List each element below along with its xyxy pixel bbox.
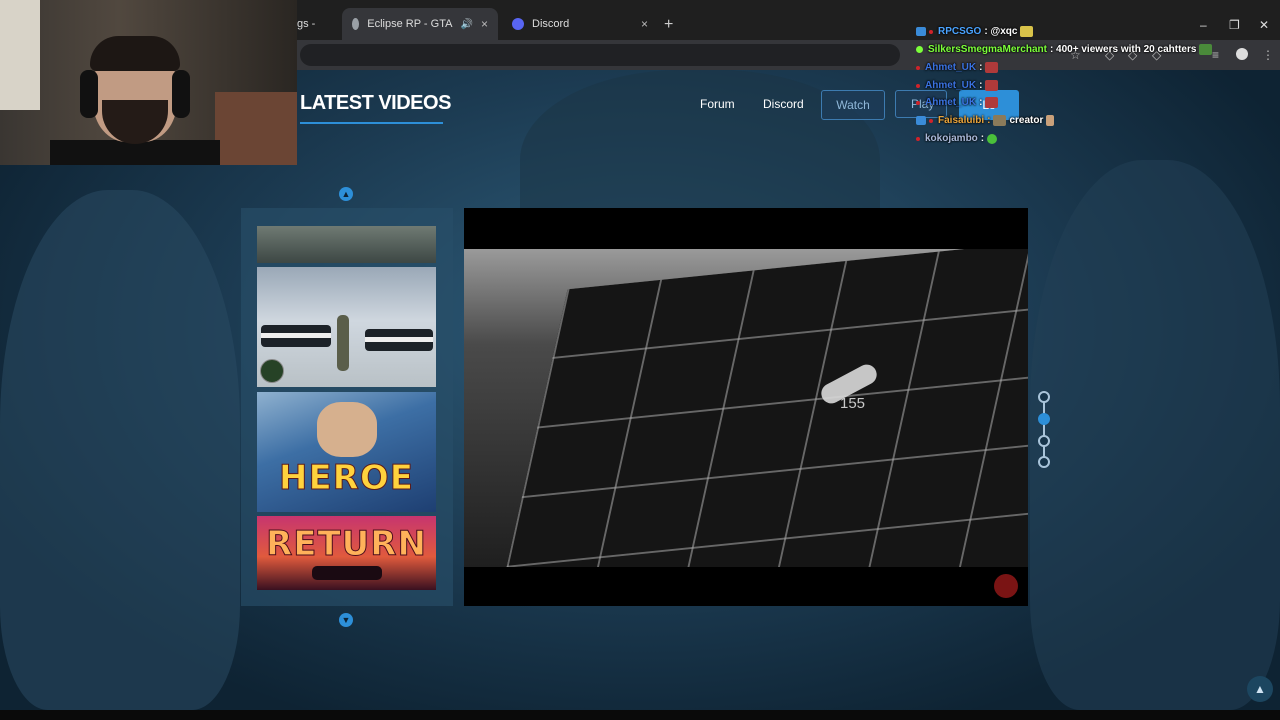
chat-message: Ahmet_UK : bbox=[916, 97, 999, 108]
headset-right bbox=[172, 70, 190, 118]
tab-title: Eclipse RP - GTA V Roleplay bbox=[367, 18, 452, 30]
emote-icon bbox=[985, 80, 999, 91]
nav-discord-link[interactable]: Discord bbox=[763, 97, 804, 111]
watch-button[interactable]: Watch bbox=[821, 90, 885, 120]
window-light bbox=[0, 0, 40, 110]
headset-left bbox=[80, 70, 98, 118]
chat-message: SilkersSmegmaMerchant : 400+ viewers wit… bbox=[916, 44, 1213, 55]
emote-icon bbox=[993, 115, 1007, 126]
timeline-step[interactable] bbox=[1038, 456, 1050, 468]
video-list-panel: HEROE RETURN bbox=[241, 208, 453, 606]
scroll-up-icon[interactable]: ▲ bbox=[339, 187, 353, 201]
thumbnail-caption: HEROE bbox=[279, 458, 414, 499]
tab-previous[interactable]: gs - bbox=[297, 8, 342, 40]
emote-icon bbox=[1199, 44, 1213, 55]
scroll-to-top-button[interactable]: ▲ bbox=[1247, 676, 1273, 702]
timeline-step[interactable] bbox=[1038, 435, 1050, 447]
badge-icon bbox=[916, 46, 923, 53]
tab-discord[interactable]: Discord × bbox=[502, 8, 658, 40]
streamer-hair bbox=[90, 36, 180, 71]
chat-message: RPCSGO : @xqc bbox=[916, 26, 1034, 37]
chat-username: Ahmet_UK bbox=[925, 80, 977, 91]
discord-icon bbox=[512, 18, 524, 30]
section-title: LATEST VIDEOS bbox=[300, 92, 451, 114]
officer-figure bbox=[337, 315, 349, 371]
police-car bbox=[365, 329, 433, 351]
timeline-line bbox=[1043, 396, 1045, 462]
chat-username: Faisaluibi bbox=[938, 115, 985, 126]
chat-username: Ahmet_UK bbox=[925, 97, 977, 108]
cabinet bbox=[215, 92, 297, 165]
tab-title: gs - bbox=[297, 18, 316, 30]
badge-icon bbox=[916, 27, 926, 36]
globe-icon bbox=[352, 18, 360, 30]
chat-username: Ahmet_UK bbox=[925, 62, 977, 73]
chat-text: : bbox=[979, 62, 983, 73]
thumbnail-caption: RETURN bbox=[266, 524, 427, 565]
emote-icon bbox=[985, 97, 999, 108]
menu-icon[interactable]: ⋮ bbox=[1262, 48, 1274, 62]
restore-button[interactable]: ❐ bbox=[1229, 18, 1240, 32]
new-tab-button[interactable]: + bbox=[664, 16, 673, 34]
video-overlay-number: 155 bbox=[840, 395, 866, 412]
background-artwork-left bbox=[0, 190, 240, 710]
chat-text: creator bbox=[1009, 115, 1044, 126]
close-tab-icon[interactable]: × bbox=[641, 17, 648, 31]
scroll-down-icon[interactable]: ▼ bbox=[339, 613, 353, 627]
chat-username: RPCSGO bbox=[938, 26, 982, 37]
chat-text: : bbox=[979, 97, 983, 108]
close-tab-icon[interactable]: × bbox=[481, 17, 488, 31]
background-artwork-right bbox=[1030, 160, 1280, 710]
chat-text: : bbox=[980, 133, 985, 144]
minimap-icon bbox=[260, 359, 284, 383]
tab-eclipse-rp[interactable]: Eclipse RP - GTA V Roleplay 🔊 × bbox=[342, 8, 498, 40]
section-title-underline bbox=[300, 122, 443, 124]
badge-icon bbox=[916, 83, 920, 88]
chat-username: kokojambo bbox=[925, 133, 978, 144]
channel-logo-icon bbox=[994, 574, 1018, 598]
video-thumbnail[interactable]: HEROE bbox=[257, 392, 436, 512]
badge-icon bbox=[929, 118, 933, 123]
minimize-button[interactable]: – bbox=[1200, 18, 1207, 32]
address-bar[interactable] bbox=[300, 44, 900, 66]
speaker-icon[interactable]: 🔊 bbox=[461, 19, 473, 30]
chat-username: SilkersSmegmaMerchant bbox=[928, 44, 1047, 55]
video-player[interactable]: 155 bbox=[464, 208, 1028, 606]
chat-text: : bbox=[979, 80, 983, 91]
bottom-bar bbox=[0, 710, 1280, 720]
car-silhouette bbox=[312, 566, 382, 580]
video-thumbnail[interactable] bbox=[257, 267, 436, 387]
badge-icon bbox=[916, 100, 920, 105]
video-frame[interactable]: 155 bbox=[464, 249, 1028, 567]
video-thumbnail[interactable] bbox=[257, 226, 436, 263]
chat-message: Faisaluibi : creator bbox=[916, 115, 1055, 126]
police-car bbox=[261, 325, 331, 347]
emote-icon bbox=[1046, 115, 1055, 126]
badge-icon bbox=[929, 29, 933, 34]
close-window-button[interactable]: ✕ bbox=[1259, 18, 1269, 32]
character-figure bbox=[317, 402, 377, 457]
emote-icon bbox=[985, 62, 999, 73]
badge-icon bbox=[916, 65, 920, 70]
badge-icon bbox=[916, 136, 920, 141]
timeline-step[interactable] bbox=[1038, 391, 1050, 403]
profile-icon[interactable] bbox=[1236, 48, 1248, 60]
chat-message: Ahmet_UK : bbox=[916, 80, 999, 91]
emote-icon bbox=[987, 133, 998, 144]
chat-text: : @xqc bbox=[984, 26, 1018, 37]
webcam-overlay bbox=[0, 0, 297, 165]
nav-forum-link[interactable]: Forum bbox=[700, 97, 735, 111]
chat-text: : 400+ viewers with 20 cahtters bbox=[1049, 44, 1197, 55]
media-icon[interactable]: ≡ bbox=[1212, 48, 1219, 62]
building-grid bbox=[484, 249, 1028, 567]
badge-icon bbox=[916, 116, 926, 125]
chat-message: Ahmet_UK : bbox=[916, 62, 999, 73]
tab-title: Discord bbox=[532, 18, 570, 30]
chat-message: kokojambo : bbox=[916, 133, 998, 144]
emote-icon bbox=[1020, 26, 1034, 37]
video-thumbnail[interactable]: RETURN bbox=[257, 516, 436, 590]
timeline-step-active[interactable] bbox=[1038, 413, 1050, 425]
